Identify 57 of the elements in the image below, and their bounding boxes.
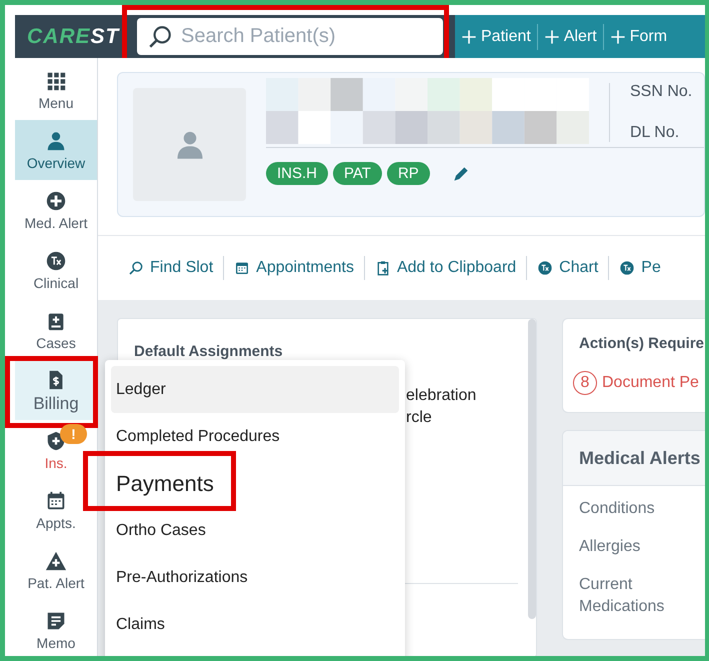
calendar-icon (234, 260, 250, 276)
toolbar-button[interactable]: Chart (537, 256, 598, 280)
panel-title: Medical Alerts (579, 446, 700, 470)
billing-menu-item[interactable]: Claims (111, 601, 399, 648)
tx-icon (537, 260, 554, 276)
plus-circle-icon (45, 190, 67, 212)
sidebar-item[interactable]: Clinical (15, 240, 97, 300)
tag: PAT (333, 162, 382, 185)
clipboard-plus-icon (374, 260, 391, 276)
billing-menu-item[interactable]: Ortho Cases (111, 507, 399, 554)
sidebar-item[interactable]: Pat. Alert (15, 540, 97, 600)
plus-icon (610, 28, 626, 44)
add-button[interactable]: Patient (455, 24, 537, 48)
action-link[interactable]: Document Pe (602, 370, 699, 394)
search-field[interactable]: Search Patient(s) (137, 18, 443, 55)
alert-badge: ! (60, 424, 87, 444)
plus-icon (544, 28, 560, 44)
billing-menu-item[interactable]: Completed Procedures (111, 413, 399, 460)
search-icon (128, 260, 144, 276)
logo: CAREST (26, 24, 121, 50)
alert-category: Current Medications (579, 575, 666, 617)
tag: RP (386, 162, 430, 185)
toolbar-button[interactable]: Pe (619, 256, 661, 280)
alert-category: Allergies (579, 537, 642, 557)
sidebar-item[interactable]: Cases (15, 300, 97, 360)
warning-plus-icon (45, 550, 67, 572)
billing-menu-item[interactable]: Pre-Authorizations (111, 554, 399, 601)
count-badge: 8 (573, 370, 597, 394)
plus-icon (461, 28, 477, 44)
search-icon (147, 24, 173, 50)
tx-icon (619, 260, 636, 276)
calendar-icon (45, 490, 67, 512)
tx-icon (45, 250, 67, 272)
sidebar-item[interactable]: Med. Alert (15, 180, 97, 240)
grid-icon (45, 70, 67, 92)
add-button[interactable]: Alert (538, 24, 603, 48)
field-label: SSN No. (630, 82, 692, 102)
sidebar-item[interactable]: Appts. (15, 480, 97, 540)
field-label: DL No. (630, 123, 680, 143)
assignment-text: elebration (406, 386, 476, 406)
toolbar-button[interactable]: Appointments (234, 256, 354, 280)
billing-menu-item[interactable]: Payments (111, 460, 399, 507)
alert-category: Conditions (579, 499, 656, 519)
sidebar-item[interactable]: Menu (15, 60, 97, 120)
panel-title: Action(s) Require (579, 334, 705, 354)
add-button[interactable]: Form (604, 24, 674, 48)
assignment-text: rcle (406, 408, 433, 428)
tag: INS.H (266, 162, 328, 185)
toolbar-button[interactable]: Find Slot (128, 256, 214, 280)
panel-title: Default Assignments (134, 342, 283, 362)
billing-menu-item[interactable]: Ledger (111, 366, 399, 413)
scrollbar[interactable] (528, 319, 536, 619)
memo-icon (45, 610, 67, 632)
person-icon (45, 130, 67, 152)
sidebar-item[interactable]: Memo (15, 600, 97, 656)
toolbar-button[interactable]: Add to Clipboard (374, 256, 516, 280)
sidebar-item[interactable]: Overview (15, 120, 97, 180)
